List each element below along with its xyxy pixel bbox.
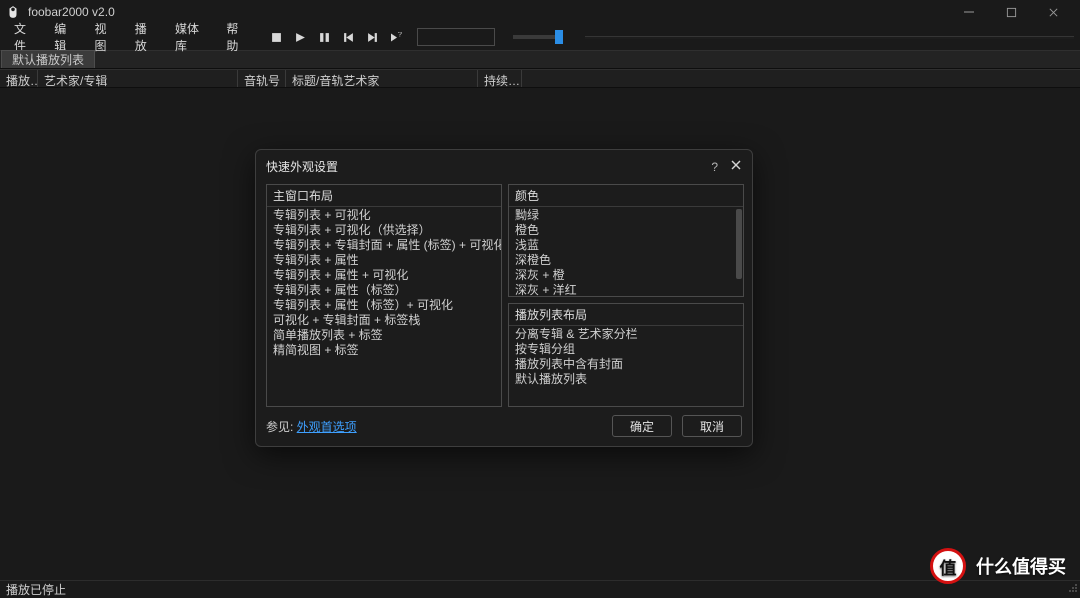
dialog-titlebar: 快速外观设置 ? xyxy=(256,150,752,184)
next-icon[interactable] xyxy=(365,29,381,45)
list-item[interactable]: 橙色 xyxy=(509,222,743,237)
colors-scrollbar[interactable] xyxy=(734,207,743,296)
colors-panel: 颜色 黝绿 橙色 浅蓝 深橙色 深灰 + 橙 深灰 + 洋红 xyxy=(508,184,744,297)
cancel-button[interactable]: 取消 xyxy=(682,415,742,437)
menu-play[interactable]: 播放 xyxy=(127,17,165,57)
quick-appearance-dialog: 快速外观设置 ? 主窗口布局 专辑列表 + 可视化 专辑列表 + 可视化（供选择… xyxy=(255,149,753,447)
volume-thumb[interactable] xyxy=(555,30,563,44)
list-item[interactable]: 分离专辑 & 艺术家分栏 xyxy=(509,326,743,341)
col-playing[interactable]: 播放… xyxy=(0,70,38,87)
col-title-artist[interactable]: 标题/音轨艺术家 xyxy=(286,70,478,87)
list-item[interactable]: 黝绿 xyxy=(509,207,743,222)
colors-list[interactable]: 黝绿 橙色 浅蓝 深橙色 深灰 + 橙 深灰 + 洋红 xyxy=(509,207,743,296)
list-item[interactable]: 精简视图 + 标签 xyxy=(267,342,501,357)
seek-bar[interactable] xyxy=(585,36,1074,39)
status-text: 播放已停止 xyxy=(6,581,66,598)
playback-order-select[interactable] xyxy=(417,28,495,46)
playlist-layout-header: 播放列表布局 xyxy=(509,304,743,326)
list-item[interactable]: 浅蓝 xyxy=(509,237,743,252)
menu-bar: 文件 编辑 视图 播放 媒体库 帮助 ? xyxy=(0,24,1080,50)
svg-text:?: ? xyxy=(398,32,402,39)
stop-icon[interactable] xyxy=(269,29,285,45)
dialog-help-button[interactable]: ? xyxy=(711,160,718,174)
playlist-layout-list[interactable]: 分离专辑 & 艺术家分栏 按专辑分组 播放列表中含有封面 默认播放列表 xyxy=(509,326,743,406)
prev-icon[interactable] xyxy=(341,29,357,45)
col-artist-album[interactable]: 艺术家/专辑 xyxy=(38,70,238,87)
list-item[interactable]: 专辑列表 + 属性（标签） xyxy=(267,282,501,297)
colors-header: 颜色 xyxy=(509,185,743,207)
play-icon[interactable] xyxy=(293,29,309,45)
list-item[interactable]: 深灰 + 橙 xyxy=(509,267,743,282)
resize-grip-icon[interactable] xyxy=(1066,581,1078,596)
maximize-button[interactable] xyxy=(990,0,1032,24)
minimize-button[interactable] xyxy=(948,0,990,24)
dialog-hint: 参见: 外观首选项 xyxy=(266,418,357,435)
main-window-layout-panel: 主窗口布局 专辑列表 + 可视化 专辑列表 + 可视化（供选择） 专辑列表 + … xyxy=(266,184,502,407)
close-button[interactable] xyxy=(1032,0,1074,24)
transport-controls: ? xyxy=(269,29,405,45)
dialog-title: 快速外观设置 xyxy=(266,158,338,175)
status-bar: 播放已停止 xyxy=(0,580,1080,598)
list-item[interactable]: 专辑列表 + 属性 + 可视化 xyxy=(267,267,501,282)
list-item[interactable]: 专辑列表 + 可视化（供选择） xyxy=(267,222,501,237)
col-trackno[interactable]: 音轨号 xyxy=(238,70,286,87)
volume-slider[interactable] xyxy=(513,35,561,39)
appearance-prefs-link[interactable]: 外观首选项 xyxy=(297,420,357,434)
list-item[interactable]: 深橙色 xyxy=(509,252,743,267)
random-icon[interactable]: ? xyxy=(389,29,405,45)
menu-help[interactable]: 帮助 xyxy=(218,17,256,57)
column-headers: 播放… 艺术家/专辑 音轨号 标题/音轨艺术家 持续… xyxy=(0,69,1080,88)
list-item[interactable]: 可视化 + 专辑封面 + 标签栈 xyxy=(267,312,501,327)
list-item[interactable]: 默认播放列表 xyxy=(509,371,743,386)
pause-icon[interactable] xyxy=(317,29,333,45)
list-item[interactable]: 深灰 + 洋红 xyxy=(509,282,743,296)
main-window-layout-list[interactable]: 专辑列表 + 可视化 专辑列表 + 可视化（供选择） 专辑列表 + 专辑封面 +… xyxy=(267,207,501,406)
list-item[interactable]: 专辑列表 + 专辑封面 + 属性 (标签) + 可视化 + 歌词 xyxy=(267,237,501,252)
menu-library[interactable]: 媒体库 xyxy=(167,17,216,57)
list-item[interactable]: 专辑列表 + 属性 xyxy=(267,252,501,267)
list-item[interactable]: 按专辑分组 xyxy=(509,341,743,356)
col-duration[interactable]: 持续… xyxy=(478,70,522,87)
playlist-tab-label: 默认播放列表 xyxy=(12,51,84,68)
list-item[interactable]: 专辑列表 + 可视化 xyxy=(267,207,501,222)
playlist-tab[interactable]: 默认播放列表 xyxy=(1,50,95,68)
ok-button[interactable]: 确定 xyxy=(612,415,672,437)
playlist-layout-panel: 播放列表布局 分离专辑 & 艺术家分栏 按专辑分组 播放列表中含有封面 默认播放… xyxy=(508,303,744,407)
main-window-layout-header: 主窗口布局 xyxy=(267,185,501,207)
list-item[interactable]: 简单播放列表 + 标签 xyxy=(267,327,501,342)
dialog-close-button[interactable] xyxy=(730,159,742,174)
dialog-footer: 参见: 外观首选项 确定 取消 xyxy=(256,407,752,446)
list-item[interactable]: 播放列表中含有封面 xyxy=(509,356,743,371)
list-item[interactable]: 专辑列表 + 属性（标签）+ 可视化 xyxy=(267,297,501,312)
